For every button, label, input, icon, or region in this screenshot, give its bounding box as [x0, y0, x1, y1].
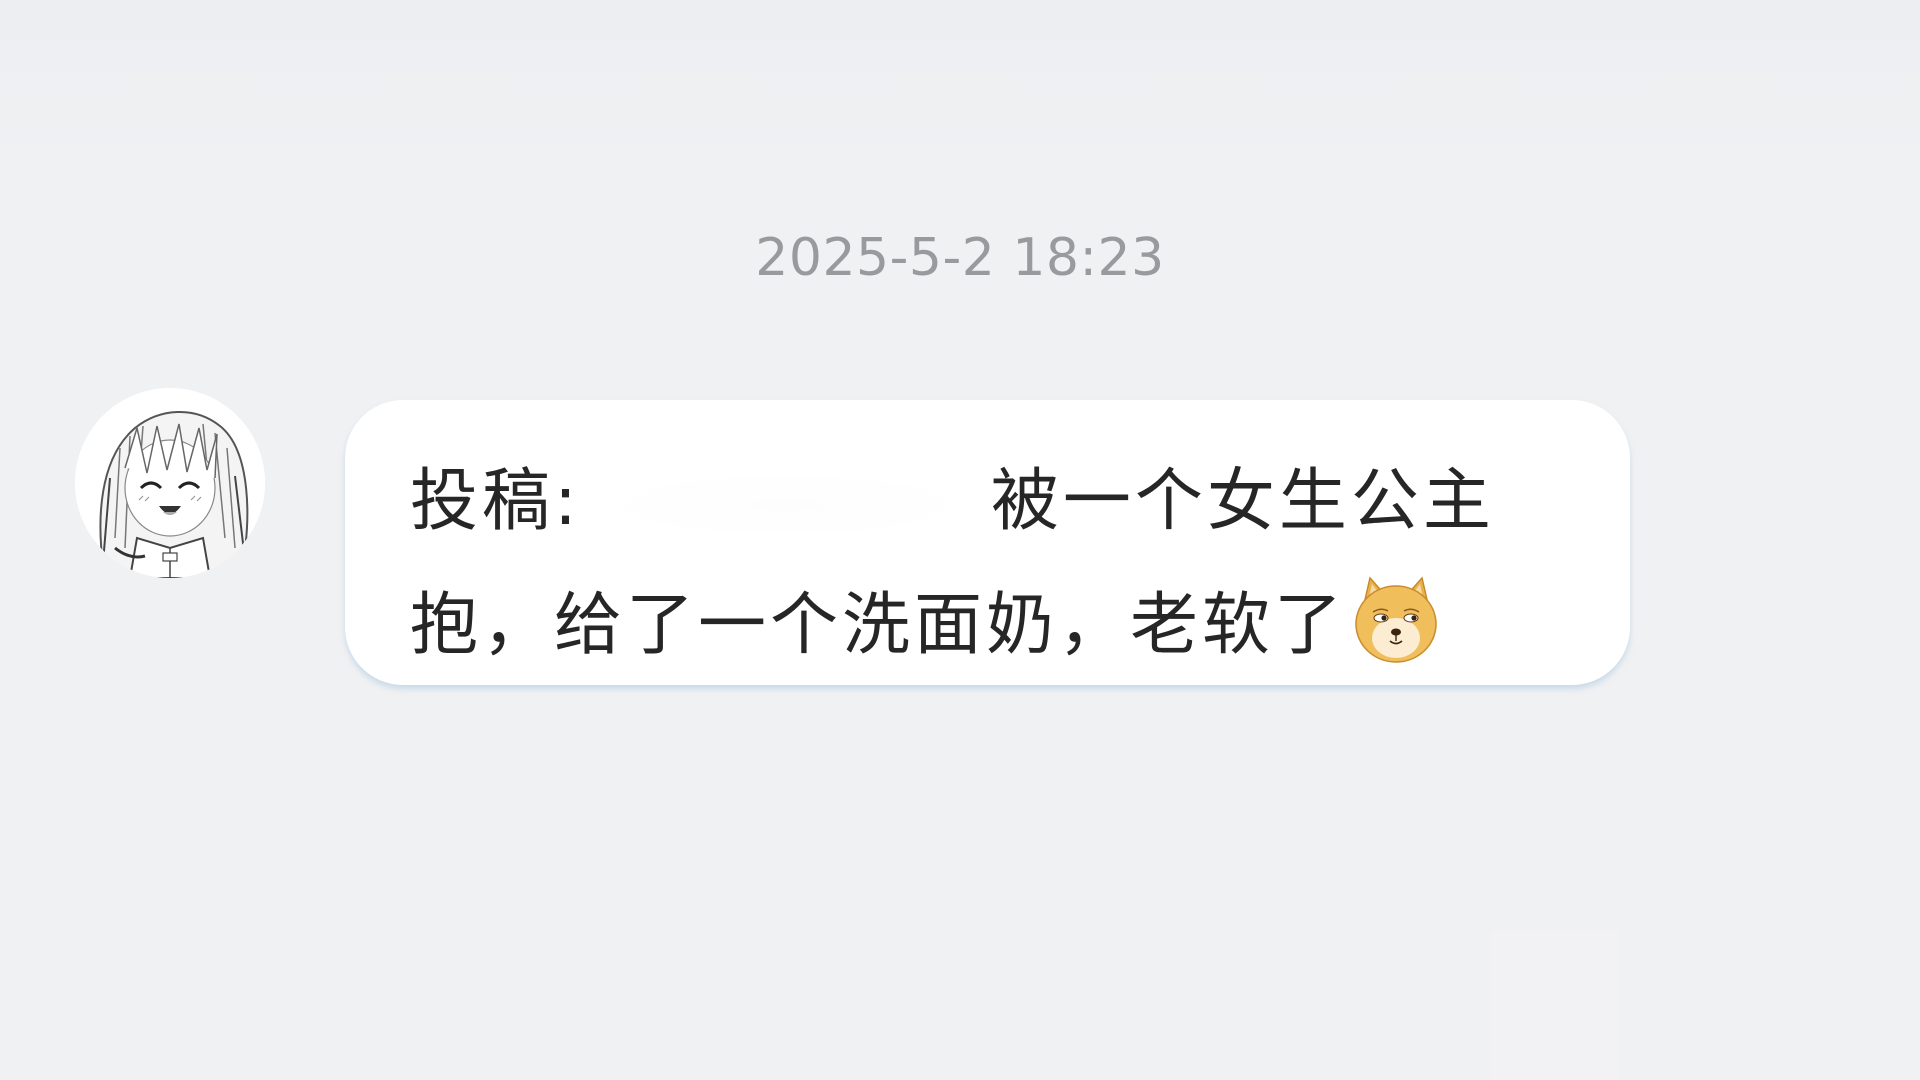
- chat-screen: 2025-5-2 18:23 投稿: 被一个女生公主 抱，给了一个洗面奶，老软了: [0, 0, 1920, 1080]
- doge-emoji-icon: [1350, 574, 1442, 666]
- message-bubble[interactable]: 投稿: 被一个女生公主 抱，给了一个洗面奶，老软了: [345, 400, 1630, 685]
- blurred-corner-area: [1490, 930, 1620, 1080]
- submission-label: 投稿:: [410, 462, 581, 541]
- message-line-1: 投稿: 被一个女生公主: [410, 440, 1570, 564]
- sender-avatar[interactable]: [75, 388, 265, 578]
- message-text-line-1: 被一个女生公主: [990, 462, 1495, 541]
- anime-girl-avatar-icon: [75, 388, 265, 578]
- message-line-2: 抱，给了一个洗面奶，老软了: [410, 564, 1570, 688]
- blurred-header-area: [0, 0, 1920, 170]
- incoming-message-row: 投稿: 被一个女生公主 抱，给了一个洗面奶，老软了: [0, 388, 1920, 708]
- redacted-text-block: [580, 470, 991, 541]
- message-timestamp: 2025-5-2 18:23: [755, 228, 1165, 288]
- message-text-line-2: 抱，给了一个洗面奶，老软了: [410, 586, 1347, 665]
